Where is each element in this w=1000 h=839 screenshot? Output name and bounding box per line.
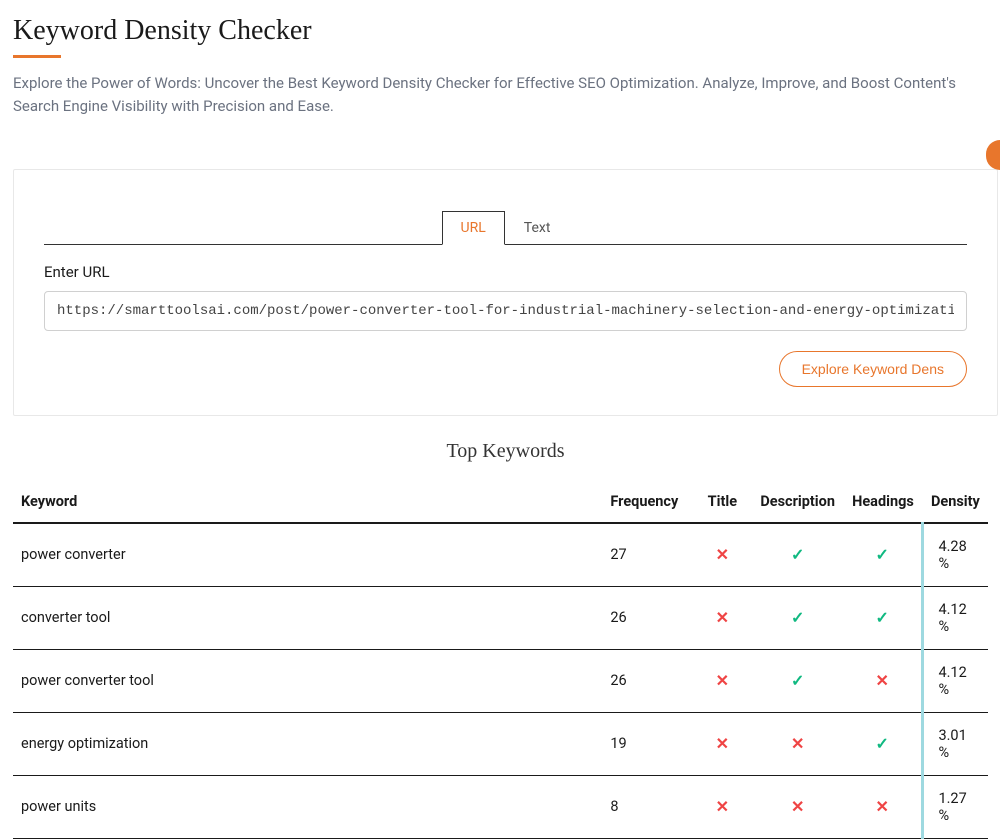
cross-icon: ✕: [791, 797, 804, 816]
cell-density: 4.12 %: [923, 649, 988, 712]
cross-icon: ✕: [716, 734, 729, 753]
cell-density: 3.01 %: [923, 712, 988, 775]
cell-title: ✕: [692, 712, 752, 775]
cell-title: ✕: [692, 775, 752, 838]
th-keyword: Keyword: [13, 481, 602, 523]
input-card: URL Text Enter URL Explore Keyword Dens: [13, 169, 998, 416]
cell-density: 4.28%: [923, 523, 988, 587]
url-input[interactable]: [44, 291, 967, 331]
cell-frequency: 26: [602, 586, 692, 649]
cell-headings: ✕: [843, 775, 923, 838]
table-row: energy optimization19 ✕ ✕ ✓ 3.01 %: [13, 712, 988, 775]
table-row: power units8 ✕ ✕ ✕ 1.27 %: [13, 775, 988, 838]
explore-button[interactable]: Explore Keyword Dens: [779, 351, 967, 387]
input-tabs: URL Text: [44, 210, 967, 245]
check-icon: ✓: [791, 545, 804, 564]
check-icon: ✓: [876, 608, 889, 627]
results-title: Top Keywords: [13, 440, 998, 463]
th-title: Title: [692, 481, 752, 523]
cell-keyword: converter tool: [13, 586, 602, 649]
cell-keyword: power converter: [13, 523, 602, 587]
cell-frequency: 27: [602, 523, 692, 587]
cell-description: ✓: [752, 586, 843, 649]
cell-headings: ✕: [843, 649, 923, 712]
cell-title: ✕: [692, 523, 752, 587]
cell-frequency: 26: [602, 649, 692, 712]
cross-icon: ✕: [876, 671, 889, 690]
cell-keyword: energy optimization: [13, 712, 602, 775]
th-frequency: Frequency: [602, 481, 692, 523]
cell-title: ✕: [692, 586, 752, 649]
cell-frequency: 8: [602, 775, 692, 838]
side-accent-button[interactable]: [986, 140, 1000, 170]
table-row: power converter tool26 ✕ ✓ ✕ 4.12 %: [13, 649, 988, 712]
page-subtitle: Explore the Power of Words: Uncover the …: [13, 72, 1000, 119]
cross-icon: ✕: [876, 797, 889, 816]
cell-title: ✕: [692, 649, 752, 712]
cell-description: ✕: [752, 712, 843, 775]
cell-description: ✕: [752, 775, 843, 838]
page-title: Keyword Density Checker: [13, 15, 1000, 47]
check-icon: ✓: [876, 545, 889, 564]
th-description: Description: [752, 481, 843, 523]
cell-headings: ✓: [843, 586, 923, 649]
url-label: Enter URL: [44, 263, 967, 281]
check-icon: ✓: [876, 734, 889, 753]
tab-url[interactable]: URL: [442, 211, 505, 245]
keywords-table: Keyword Frequency Title Description Head…: [13, 481, 988, 839]
cell-description: ✓: [752, 649, 843, 712]
cross-icon: ✕: [716, 608, 729, 627]
cross-icon: ✕: [791, 734, 804, 753]
cross-icon: ✕: [716, 797, 729, 816]
check-icon: ✓: [791, 608, 804, 627]
cross-icon: ✕: [716, 545, 729, 564]
cross-icon: ✕: [716, 671, 729, 690]
check-icon: ✓: [791, 671, 804, 690]
cell-headings: ✓: [843, 712, 923, 775]
cell-density: 1.27 %: [923, 775, 988, 838]
title-underline: [13, 55, 61, 58]
th-headings: Headings: [843, 481, 923, 523]
cell-keyword: power units: [13, 775, 602, 838]
cell-headings: ✓: [843, 523, 923, 587]
table-row: converter tool26 ✕ ✓ ✓ 4.12 %: [13, 586, 988, 649]
cell-keyword: power converter tool: [13, 649, 602, 712]
tab-text[interactable]: Text: [505, 211, 570, 245]
table-row: power converter27 ✕ ✓ ✓ 4.28%: [13, 523, 988, 587]
cell-density: 4.12 %: [923, 586, 988, 649]
cell-description: ✓: [752, 523, 843, 587]
th-density: Density: [923, 481, 988, 523]
cell-frequency: 19: [602, 712, 692, 775]
